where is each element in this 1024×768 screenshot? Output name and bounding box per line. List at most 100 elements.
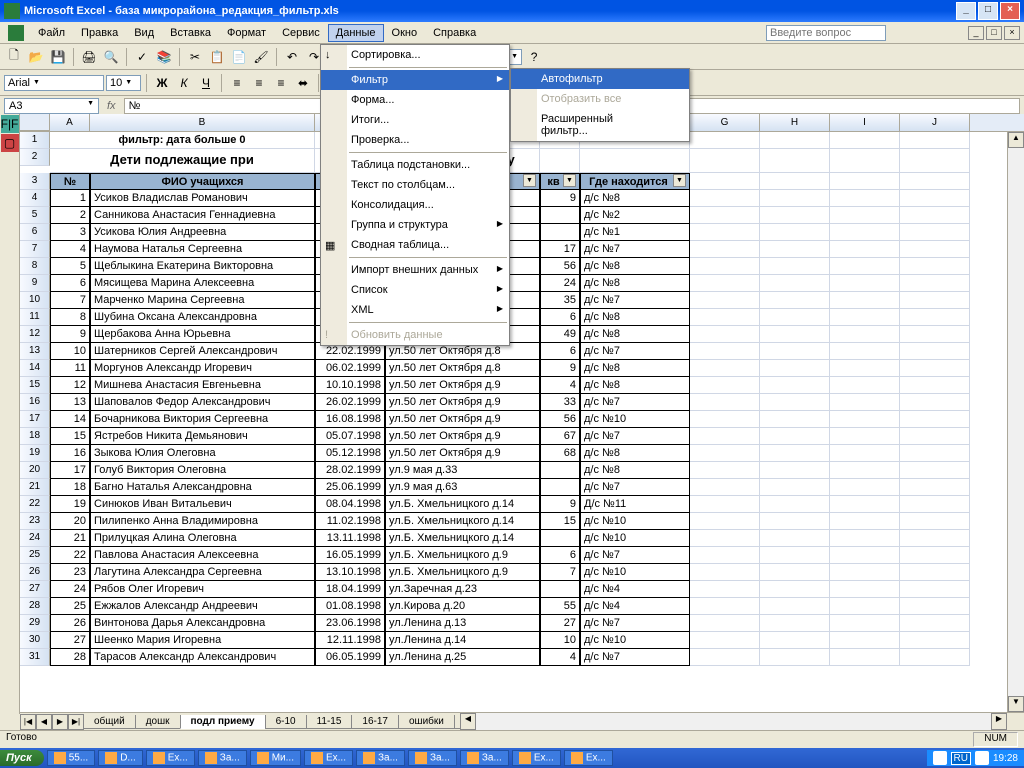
cell[interactable]: 16	[50, 445, 90, 462]
menu-вид[interactable]: Вид	[126, 24, 162, 42]
cell[interactable]	[830, 241, 900, 258]
cell[interactable]: 23.06.1998	[315, 615, 385, 632]
col-header-B[interactable]: B	[90, 114, 315, 131]
cell[interactable]	[690, 360, 760, 377]
side-tool-2[interactable]: ▢	[1, 134, 19, 152]
select-all-corner[interactable]	[20, 114, 50, 131]
cell[interactable]: 1	[50, 190, 90, 207]
cell[interactable]	[830, 326, 900, 343]
doc-close[interactable]: ×	[1004, 26, 1020, 40]
spell-icon[interactable]: ✓	[132, 47, 152, 67]
cell[interactable]: 6	[540, 309, 580, 326]
cell[interactable]	[760, 581, 830, 598]
cell[interactable]: ул.Б. Хмельницкого д.14	[385, 513, 540, 530]
row-header[interactable]: 17	[20, 411, 50, 428]
cell[interactable]: 05.07.1998	[315, 428, 385, 445]
cell[interactable]	[690, 598, 760, 615]
row-header[interactable]: 24	[20, 530, 50, 547]
menu-item-консолидация[interactable]: Консолидация...	[321, 195, 509, 215]
menu-item-итоги[interactable]: Итоги...	[321, 110, 509, 130]
col-header-A[interactable]: A	[50, 114, 90, 131]
cell[interactable]	[690, 241, 760, 258]
cell[interactable]	[830, 530, 900, 547]
cell[interactable]	[830, 547, 900, 564]
cell[interactable]: 24	[540, 275, 580, 292]
minimize-button[interactable]: _	[956, 2, 976, 20]
cell[interactable]: 13.11.1998	[315, 530, 385, 547]
sheet-tab-6[interactable]: ошибки	[398, 715, 455, 729]
cell[interactable]: 22	[50, 547, 90, 564]
cell[interactable]: 9	[540, 190, 580, 207]
cell[interactable]: д/с №8	[580, 377, 690, 394]
cell[interactable]: д/с №8	[580, 190, 690, 207]
cell[interactable]	[900, 564, 970, 581]
menu-item-сортировка[interactable]: Сортировка...↓	[321, 45, 509, 65]
scroll-up[interactable]: ▲	[1008, 132, 1024, 148]
menu-данные[interactable]: Данные	[328, 24, 384, 42]
cell[interactable]	[900, 547, 970, 564]
cell[interactable]: Наумова Наталья Сергеевна	[90, 241, 315, 258]
cell[interactable]: 6	[540, 547, 580, 564]
print-icon[interactable]: 🖨	[79, 47, 99, 67]
cell[interactable]: ул.Кирова д.20	[385, 598, 540, 615]
cell[interactable]: 9	[50, 326, 90, 343]
row-header[interactable]: 31	[20, 649, 50, 666]
cell[interactable]	[690, 445, 760, 462]
row-header[interactable]: 13	[20, 343, 50, 360]
row-header[interactable]: 29	[20, 615, 50, 632]
row-header[interactable]: 28	[20, 598, 50, 615]
taskbar-item-6[interactable]: За...	[356, 750, 405, 766]
cell[interactable]: 33	[540, 394, 580, 411]
menu-item-проверка[interactable]: Проверка...	[321, 130, 509, 150]
cell[interactable]: ФИО учащихся	[90, 173, 315, 190]
row-header[interactable]: 1	[20, 132, 50, 149]
sheet-tab-4[interactable]: 11-15	[306, 715, 353, 729]
cell[interactable]	[690, 190, 760, 207]
cell[interactable]: ул.Б. Хмельницкого д.14	[385, 496, 540, 513]
cell[interactable]: 7	[540, 564, 580, 581]
cell[interactable]: Пилипенко Анна Владимировна	[90, 513, 315, 530]
row-header[interactable]: 7	[20, 241, 50, 258]
row-header[interactable]: 12	[20, 326, 50, 343]
cell[interactable]	[540, 149, 580, 173]
cell[interactable]: Шеенко Мария Игоревна	[90, 632, 315, 649]
menu-item-своднаятаблица[interactable]: Сводная таблица...▦	[321, 235, 509, 255]
cell[interactable]	[900, 462, 970, 479]
cell[interactable]: ул.50 лет Октября д.9	[385, 428, 540, 445]
cell[interactable]	[900, 224, 970, 241]
cell[interactable]: Шубина Оксана Александровна	[90, 309, 315, 326]
cell[interactable]: 2	[50, 207, 90, 224]
cell[interactable]	[830, 445, 900, 462]
cell[interactable]	[760, 564, 830, 581]
cell[interactable]	[900, 394, 970, 411]
cell[interactable]	[830, 360, 900, 377]
cell[interactable]	[760, 598, 830, 615]
cell[interactable]	[690, 479, 760, 496]
cell[interactable]	[900, 479, 970, 496]
cell[interactable]: 16.08.1998	[315, 411, 385, 428]
volume-icon[interactable]	[975, 751, 989, 765]
cell[interactable]	[830, 292, 900, 309]
font-dropdown[interactable]: Arial▼	[4, 75, 104, 91]
cell[interactable]: 16.05.1999	[315, 547, 385, 564]
cell[interactable]: 6	[50, 275, 90, 292]
cell[interactable]: д/с №7	[580, 292, 690, 309]
row-header[interactable]: 5	[20, 207, 50, 224]
cell[interactable]	[900, 360, 970, 377]
row-header[interactable]: 8	[20, 258, 50, 275]
cell[interactable]	[760, 309, 830, 326]
menu-справка[interactable]: Справка	[425, 24, 484, 42]
cell[interactable]: Рябов Олег Игоревич	[90, 581, 315, 598]
system-tray[interactable]: RU 19:28	[927, 750, 1024, 766]
menu-сервис[interactable]: Сервис	[274, 24, 328, 42]
underline-icon[interactable]: Ч	[196, 73, 216, 93]
cell[interactable]: Зыкова Юлия Олеговна	[90, 445, 315, 462]
cell[interactable]: д/с №8	[580, 309, 690, 326]
cell[interactable]: 55	[540, 598, 580, 615]
sheet-tab-3[interactable]: 6-10	[265, 715, 307, 729]
cell[interactable]: 4	[50, 241, 90, 258]
row-header[interactable]: 21	[20, 479, 50, 496]
lang-indicator[interactable]: RU	[951, 752, 971, 765]
taskbar-item-1[interactable]: D...	[98, 750, 143, 766]
cell[interactable]	[760, 258, 830, 275]
